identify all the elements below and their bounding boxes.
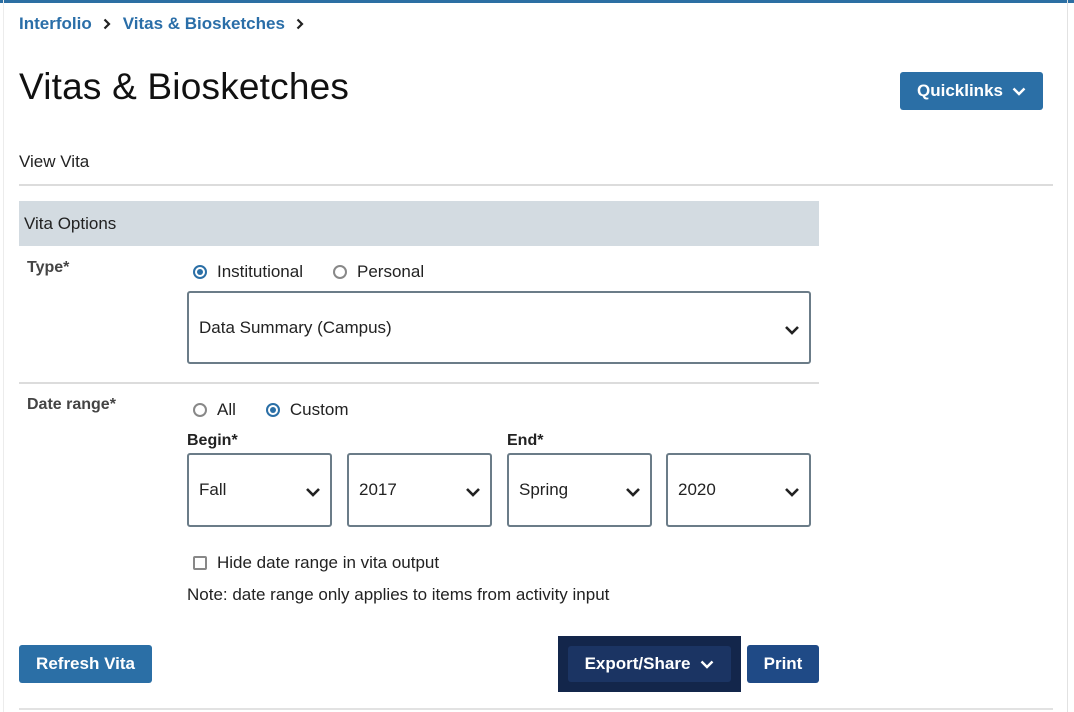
print-button[interactable]: Print: [747, 645, 819, 683]
divider: [19, 184, 1053, 186]
end-term-select[interactable]: Spring: [507, 453, 652, 527]
checkbox-unchecked-icon: [193, 556, 207, 570]
chevron-down-icon: [625, 483, 641, 503]
breadcrumb-link-interfolio[interactable]: Interfolio: [19, 14, 92, 34]
date-range-radio-custom[interactable]: Custom: [265, 400, 348, 420]
refresh-vita-button[interactable]: Refresh Vita: [19, 645, 152, 683]
divider: [19, 708, 1053, 710]
chevron-right-icon: [296, 18, 304, 30]
type-radio-personal[interactable]: Personal: [333, 262, 424, 282]
page-title: Vitas & Biosketches: [19, 66, 350, 107]
radio-checked-icon: [193, 265, 207, 279]
vita-template-select[interactable]: Data Summary (Campus): [187, 291, 811, 364]
right-border: [1067, 0, 1068, 712]
date-range-radio-all[interactable]: All: [193, 400, 236, 420]
date-range-radio-group: All Custom: [193, 400, 378, 420]
view-vita-heading: View Vita: [19, 152, 90, 171]
begin-term-select[interactable]: Fall: [187, 453, 332, 527]
radio-unchecked-icon: [193, 403, 207, 417]
end-year-select[interactable]: 2020: [666, 453, 811, 527]
type-label: Type*: [27, 259, 70, 276]
chevron-down-icon: [784, 321, 800, 341]
vita-options-header: Vita Options: [19, 201, 819, 246]
end-label: End*: [507, 432, 544, 449]
type-radio-institutional[interactable]: Institutional: [193, 262, 303, 282]
left-border: [3, 0, 4, 712]
begin-year-select[interactable]: 2017: [347, 453, 492, 527]
divider: [19, 382, 819, 384]
top-accent-bar: [0, 0, 1074, 3]
end-term-value: Spring: [519, 480, 569, 499]
hide-date-range-checkbox[interactable]: Hide date range in vita output: [193, 553, 439, 573]
chevron-right-icon: [103, 18, 111, 30]
begin-label: Begin*: [187, 432, 238, 449]
breadcrumb: Interfolio Vitas & Biosketches: [19, 13, 316, 35]
begin-term-value: Fall: [199, 480, 227, 499]
chevron-down-icon: [305, 483, 321, 503]
type-radio-group: Institutional Personal: [193, 262, 454, 282]
vita-template-value: Data Summary (Campus): [199, 317, 392, 337]
date-range-label: Date range*: [27, 396, 116, 413]
radio-checked-icon: [265, 403, 280, 417]
export-share-label: Export/Share: [584, 654, 691, 673]
chevron-down-icon: [465, 483, 481, 503]
begin-year-value: 2017: [359, 480, 397, 499]
chevron-down-icon: [784, 483, 800, 503]
quicklinks-label: Quicklinks: [917, 81, 1003, 100]
vita-options-title: Vita Options: [24, 213, 117, 233]
chevron-down-icon: [700, 654, 714, 674]
chevron-down-icon: [1012, 81, 1026, 101]
quicklinks-button[interactable]: Quicklinks: [900, 72, 1043, 110]
breadcrumb-link-vitas[interactable]: Vitas & Biosketches: [123, 14, 285, 34]
date-range-note: Note: date range only applies to items f…: [187, 585, 610, 604]
end-year-value: 2020: [678, 480, 716, 499]
radio-unchecked-icon: [333, 265, 347, 279]
export-share-button[interactable]: Export/Share: [568, 646, 731, 682]
